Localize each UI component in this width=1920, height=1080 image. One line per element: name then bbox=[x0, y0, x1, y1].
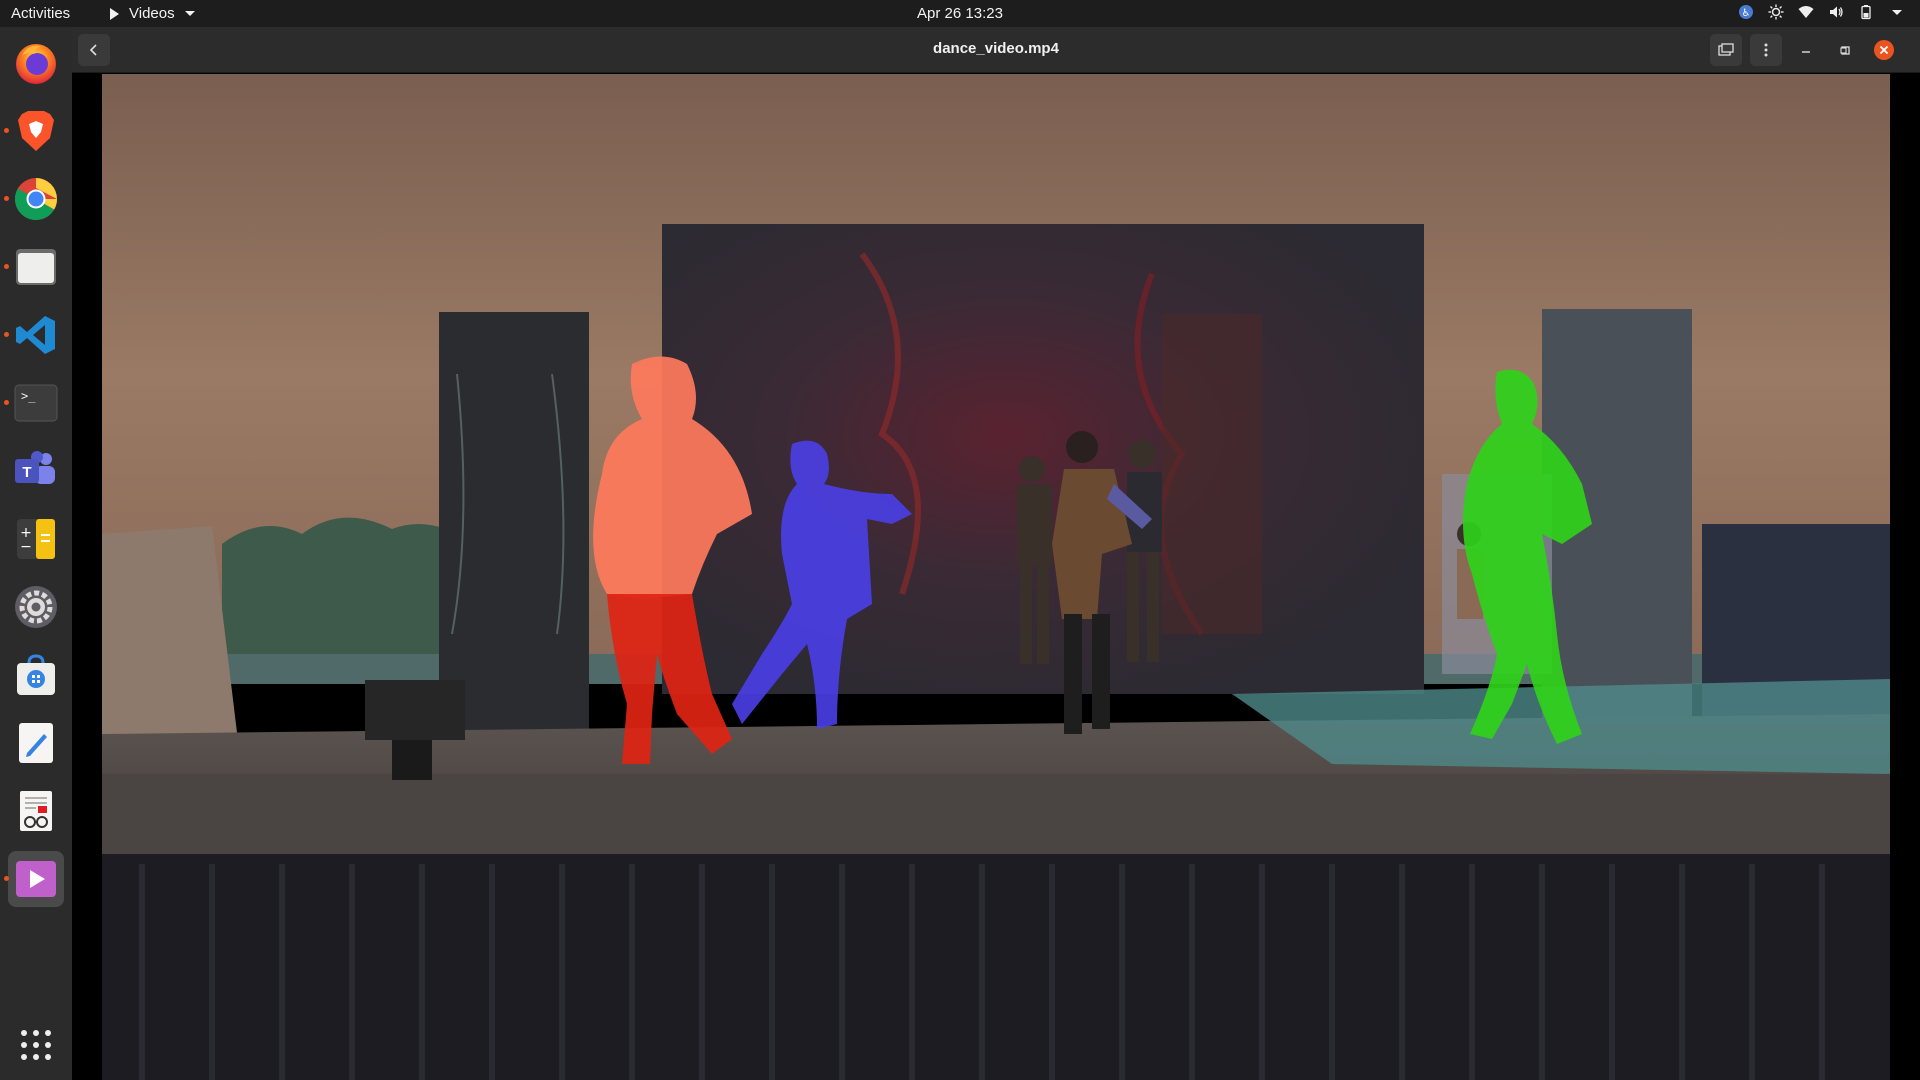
dock-item-chrome[interactable] bbox=[4, 171, 64, 227]
activities-button[interactable]: Activities bbox=[11, 5, 70, 22]
dock-item-text-editor[interactable] bbox=[8, 715, 64, 771]
show-apps-button[interactable] bbox=[8, 1017, 64, 1073]
minimize-icon bbox=[1802, 51, 1810, 53]
dock-item-calculator[interactable]: + − bbox=[8, 511, 64, 567]
dock-item-firefox[interactable] bbox=[8, 35, 64, 91]
close-icon bbox=[1874, 40, 1894, 60]
dock: >_ T + − bbox=[0, 27, 72, 1080]
clock[interactable]: Apr 26 13:23 bbox=[917, 5, 1003, 22]
dock-item-document-viewer[interactable] bbox=[8, 783, 64, 839]
brave-icon bbox=[18, 111, 54, 151]
text-editor-icon bbox=[19, 723, 53, 763]
restore-icon bbox=[1840, 46, 1850, 55]
dock-item-files[interactable] bbox=[4, 239, 64, 295]
header-bar[interactable]: dance_video.mp4 bbox=[72, 27, 1920, 73]
teams-icon: T bbox=[15, 451, 55, 484]
system-tray[interactable]: ♿ bbox=[1738, 4, 1902, 20]
dock-item-settings[interactable] bbox=[8, 579, 64, 635]
firefox-icon bbox=[16, 44, 56, 84]
running-indicator bbox=[4, 196, 9, 201]
fullscreen-button[interactable] bbox=[1710, 34, 1742, 66]
document-viewer-icon bbox=[20, 791, 52, 831]
files-icon bbox=[16, 249, 56, 285]
running-indicator bbox=[4, 264, 9, 269]
dock-item-teams[interactable]: T bbox=[8, 443, 64, 499]
brightness-icon[interactable] bbox=[1768, 4, 1784, 20]
calculator-icon: + − bbox=[17, 519, 55, 559]
svg-text:−: − bbox=[20, 539, 32, 555]
svg-text:>_: >_ bbox=[21, 389, 36, 403]
dock-item-terminal[interactable]: >_ bbox=[4, 375, 64, 431]
svg-text:♿: ♿ bbox=[1742, 8, 1751, 19]
vscode-icon bbox=[16, 316, 55, 354]
running-indicator bbox=[4, 400, 9, 405]
terminal-icon: >_ bbox=[14, 384, 58, 422]
battery-icon[interactable] bbox=[1858, 4, 1874, 20]
chrome-icon bbox=[14, 178, 58, 221]
running-indicator bbox=[4, 876, 9, 881]
dock-item-videos[interactable] bbox=[4, 851, 64, 907]
video-frame[interactable] bbox=[102, 74, 1890, 1080]
window-title: dance_video.mp4 bbox=[933, 40, 1059, 57]
dock-item-software[interactable] bbox=[8, 647, 64, 703]
close-button[interactable] bbox=[1868, 34, 1900, 66]
running-indicator bbox=[4, 128, 9, 133]
videos-app-icon bbox=[110, 7, 119, 20]
accessibility-icon[interactable]: ♿ bbox=[1738, 4, 1754, 20]
app-menu[interactable]: Videos bbox=[110, 5, 195, 22]
more-vertical-icon bbox=[1764, 43, 1768, 57]
running-indicator bbox=[4, 332, 9, 337]
menu-button[interactable] bbox=[1750, 34, 1782, 66]
chevron-down-icon bbox=[184, 11, 195, 16]
maximize-button[interactable] bbox=[1829, 34, 1861, 66]
dock-item-brave[interactable] bbox=[4, 103, 64, 159]
system-menu-chevron-icon[interactable] bbox=[1892, 9, 1902, 15]
videos-icon bbox=[16, 861, 56, 897]
minimize-button[interactable] bbox=[1790, 34, 1822, 66]
show-apps-icon bbox=[21, 1030, 51, 1060]
volume-icon[interactable] bbox=[1828, 4, 1844, 20]
window-overlay-icon bbox=[1718, 43, 1734, 56]
svg-text:T: T bbox=[22, 464, 31, 481]
wifi-icon[interactable] bbox=[1798, 4, 1814, 20]
video-canvas bbox=[102, 74, 1890, 1080]
app-menu-label: Videos bbox=[129, 5, 175, 22]
top-bar: Activities Videos Apr 26 13:23 ♿ bbox=[0, 0, 1920, 27]
videos-window: dance_video.mp4 bbox=[72, 27, 1920, 1080]
dock-item-vscode[interactable] bbox=[4, 307, 64, 363]
settings-icon bbox=[15, 586, 57, 628]
software-icon bbox=[17, 654, 55, 695]
